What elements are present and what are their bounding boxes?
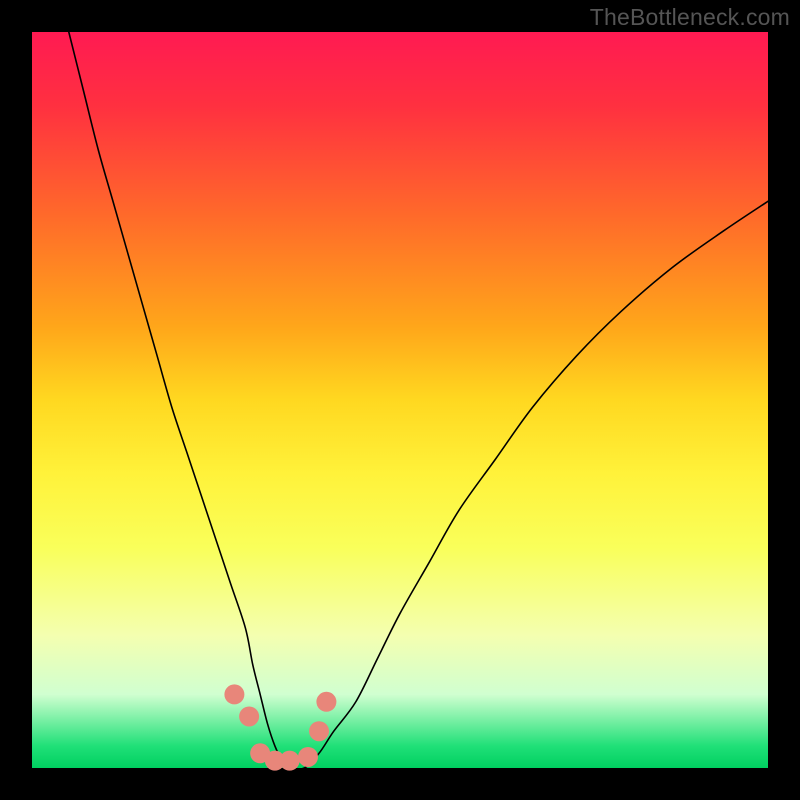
bottleneck-curve [69, 32, 768, 769]
curve-svg [32, 32, 768, 768]
data-marker [280, 751, 300, 771]
data-marker [309, 721, 329, 741]
data-marker [316, 692, 336, 712]
data-marker [298, 747, 318, 767]
chart-container: TheBottleneck.com [0, 0, 800, 800]
attribution-text: TheBottleneck.com [590, 4, 790, 31]
data-marker [239, 706, 259, 726]
marker-group [224, 684, 336, 770]
plot-area [32, 32, 768, 768]
data-marker [224, 684, 244, 704]
